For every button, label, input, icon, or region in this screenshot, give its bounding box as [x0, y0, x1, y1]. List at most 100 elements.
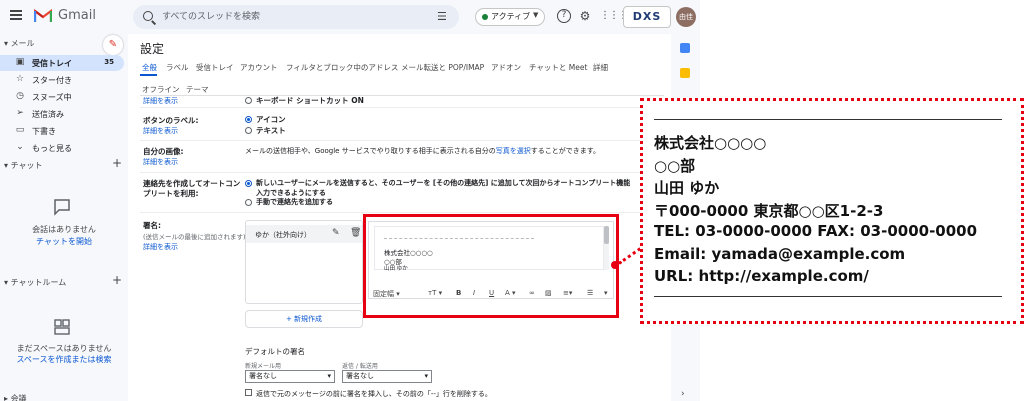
sidebar-item-label: 送信済み: [32, 110, 64, 119]
callout-department: ○○部: [654, 157, 696, 175]
mail-section-toggle[interactable]: ▾ メール: [4, 38, 35, 49]
insert-before-quote-label: 返信で元のメッセージの前に署名を挿入し、その前の「--」行を削除する。: [256, 390, 492, 398]
chat-section-label: チャット: [10, 161, 43, 170]
status-label: アクティブ: [491, 12, 531, 21]
callout-email: Email: yamada@example.com: [654, 245, 906, 263]
manual-contacts-option: 手動で連絡先を追加する: [256, 198, 333, 206]
new-signature-button[interactable]: + 新規作成: [245, 310, 363, 328]
new-mail-signature-select[interactable]: 署名なし: [245, 370, 335, 383]
gear-icon[interactable]: ⚙: [578, 9, 592, 23]
add-room-icon[interactable]: +: [112, 273, 122, 287]
rooms-empty-text: まだスペースはありません: [16, 344, 112, 353]
new-signature-label: 新規作成: [294, 315, 323, 323]
shortcut-detail-link[interactable]: 詳細を表示: [143, 96, 178, 106]
manual-contacts-radio[interactable]: [245, 199, 252, 206]
icon-label-radio[interactable]: [245, 116, 252, 123]
organization-logo[interactable]: DXS: [623, 6, 671, 28]
tab-labels[interactable]: ラベル: [166, 62, 189, 73]
autocomplete-heading-2: プリートを利用:: [143, 189, 199, 198]
meet-section-label: 会議: [10, 394, 27, 401]
keep-icon[interactable]: [680, 68, 690, 78]
tab-advanced[interactable]: 詳細: [593, 62, 608, 73]
app-name: Gmail: [58, 8, 96, 23]
chat-bubble-icon: [54, 199, 70, 216]
draft-icon: ▭: [15, 125, 25, 135]
sidebar-item-snoozed[interactable]: ◷ スヌーズ中: [0, 89, 128, 105]
tab-inbox[interactable]: 受信トレイ: [196, 62, 234, 73]
shortcut-on-radio[interactable]: [245, 97, 252, 104]
tab-offline[interactable]: オフライン: [142, 84, 180, 95]
button-labels-heading: ボタンのラベル:: [143, 116, 199, 125]
select-photo-link[interactable]: 写真を選択: [496, 147, 531, 155]
sidebar-item-label: 下書き: [32, 127, 56, 136]
sidebar-item-drafts[interactable]: ▭ 下書き: [0, 123, 128, 139]
compose-button[interactable]: ✎: [103, 35, 123, 55]
sidebar-item-label: スヌーズ中: [32, 93, 72, 102]
search-input[interactable]: [162, 8, 422, 26]
tabs-divider: [140, 95, 664, 96]
edit-icon[interactable]: ✎: [332, 228, 340, 238]
unread-count: 35: [104, 58, 114, 66]
reply-signature-select[interactable]: 署名なし: [342, 370, 432, 383]
sidebar-item-more[interactable]: ⌄ もっと見る: [0, 140, 128, 156]
tab-filters[interactable]: フィルタとブロック中のアドレス: [286, 62, 398, 73]
star-icon: ☆: [15, 74, 25, 84]
callout-name: 山田 ゆか: [654, 179, 720, 197]
auto-add-contacts-radio[interactable]: [245, 180, 252, 187]
add-chat-icon[interactable]: +: [112, 156, 122, 170]
meet-section-toggle[interactable]: ▸ 会議: [4, 393, 27, 401]
my-picture-description: メールの送信相手や、Google サービスでやり取りする相手に表示される自分の写…: [245, 146, 600, 156]
callout-bottom-rule: [654, 296, 1002, 297]
avatar[interactable]: 由佳: [676, 7, 696, 27]
row-divider: [140, 172, 664, 173]
my-picture-detail-link[interactable]: 詳細を表示: [143, 157, 178, 167]
search-options-icon[interactable]: ☰: [437, 10, 447, 23]
reply-label: 返信 / 転送用: [342, 363, 378, 370]
page-title: 設定: [140, 42, 165, 56]
send-icon: ➢: [16, 108, 24, 118]
rooms-section-label: チャットルーム: [10, 278, 67, 287]
help-icon[interactable]: ?: [557, 9, 571, 23]
signature-detail-link[interactable]: 詳細を表示: [143, 242, 178, 252]
row-divider: [140, 140, 664, 141]
trash-icon[interactable]: 🗑: [350, 228, 361, 238]
sidebar-item-sent[interactable]: ➢ 送信済み: [0, 106, 128, 122]
tab-forwarding[interactable]: メール転送と POP/IMAP: [401, 62, 484, 73]
start-chat-link[interactable]: チャットを開始: [0, 236, 128, 247]
chat-section-toggle[interactable]: ▾ チャット: [4, 160, 42, 171]
tab-themes[interactable]: テーマ: [186, 84, 209, 95]
search-icon[interactable]: [143, 11, 153, 21]
my-picture-text-end: することができます。: [530, 147, 601, 155]
chevron-down-icon: ⌄: [16, 142, 24, 152]
tab-addons[interactable]: アドオン: [491, 62, 521, 73]
sidebar-item-inbox[interactable]: ▣ 受信トレイ 35: [0, 55, 124, 71]
signature-item-label: ゆか（社外向け）: [255, 231, 311, 239]
mail-section-label: メール: [10, 39, 35, 48]
default-signature-heading: デフォルトの署名: [245, 347, 305, 356]
text-label-radio[interactable]: [245, 127, 252, 134]
callout-top-rule: [654, 119, 1002, 120]
gmail-logo-icon[interactable]: [34, 9, 52, 23]
active-tab-indicator: [140, 74, 157, 76]
callout-address: 〒000-0000 東京都○○区1-2-3: [654, 202, 884, 220]
apps-grid-icon[interactable]: ⋮⋮⋮: [600, 9, 628, 23]
sidebar-item-label: もっと見る: [32, 144, 72, 153]
insert-before-quote-checkbox[interactable]: [245, 389, 252, 396]
new-mail-label: 新規メール用: [245, 363, 282, 370]
button-labels-detail-link[interactable]: 詳細を表示: [143, 126, 178, 136]
expand-panel-icon[interactable]: ›: [681, 389, 685, 399]
tab-general[interactable]: 全般: [142, 62, 157, 73]
tab-chat-meet[interactable]: チャットと Meet: [529, 62, 587, 73]
my-picture-heading: 自分の画像:: [143, 147, 184, 156]
rooms-section-toggle[interactable]: ▾ チャットルーム: [4, 277, 66, 288]
tab-accounts[interactable]: アカウント: [240, 62, 278, 73]
main-menu-icon[interactable]: [10, 10, 22, 20]
status-dot-icon: [482, 14, 488, 20]
callout-phone: TEL: 03-0000-0000 FAX: 03-0000-0000: [654, 222, 978, 240]
create-space-link[interactable]: スペースを作成または検索: [0, 354, 128, 365]
calendar-icon[interactable]: [680, 43, 690, 53]
auto-add-contacts-option: 新しいユーザーにメールを送信すると、そのユーザーを [その他の連絡先] に追加し…: [256, 179, 631, 187]
sidebar-item-starred[interactable]: ☆ スター付き: [0, 72, 128, 88]
my-picture-text: メールの送信相手や、Google サービスでやり取りする相手に表示される自分の: [245, 147, 496, 155]
row-divider: [140, 107, 664, 108]
